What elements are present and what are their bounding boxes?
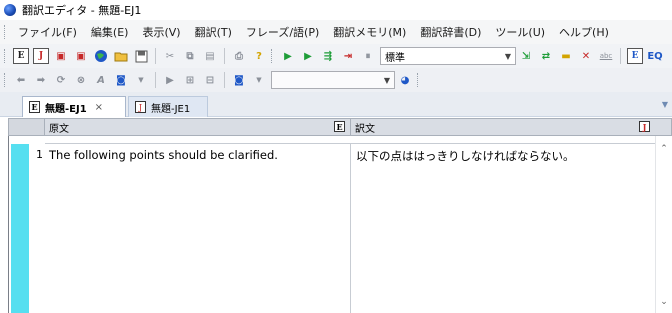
tab-label: 無題-JE1 — [151, 103, 191, 115]
dictionary-query-icon[interactable]: EQ — [647, 48, 663, 64]
dictionary-lookup-icon[interactable]: E — [627, 48, 643, 64]
paste-icon[interactable]: ▤ — [202, 48, 218, 64]
bookmark-icon[interactable]: ⊞ — [182, 72, 198, 88]
toolbar-separator — [224, 72, 225, 88]
menu-help[interactable]: ヘルプ(H) — [552, 24, 616, 40]
browser-icon[interactable]: ◙ — [231, 72, 247, 88]
toolbar-separator — [224, 48, 225, 64]
highlight-icon[interactable]: ▬ — [558, 48, 574, 64]
toolbar-separator — [620, 48, 621, 64]
row-status-marker[interactable] — [11, 144, 29, 313]
tab-untitled-je1[interactable]: J 無題-JE1 — [128, 96, 208, 117]
translate-all-icon[interactable]: ▶ — [280, 48, 296, 64]
save-icon[interactable] — [133, 48, 149, 64]
insert-word-icon[interactable]: ⇲ — [518, 48, 534, 64]
document-tab-bar: E 無題-EJ1 × J 無題-JE1 ▼ — [0, 92, 672, 117]
translation-style-value: 標準 — [385, 52, 405, 64]
globe-icon[interactable] — [93, 48, 109, 64]
app-icon — [4, 4, 16, 16]
scroll-up-icon[interactable]: ⌃ — [656, 144, 672, 154]
title-bar: 翻訳エディタ - 無題-EJ1 — [0, 0, 672, 20]
menu-bar: ファイル(F) 編集(E) 表示(V) 翻訳(T) フレーズ/語(P) 翻訳メモ… — [0, 20, 672, 44]
menubar-grip[interactable] — [4, 25, 7, 39]
translate-alternatives-icon[interactable]: ⇶ — [320, 48, 336, 64]
toolbar-separator — [155, 48, 156, 64]
help-icon[interactable]: ? — [251, 48, 267, 64]
document-e-icon: E — [29, 101, 40, 113]
menu-phrase[interactable]: フレーズ/語(P) — [239, 24, 326, 40]
translate-icon[interactable]: ▶ — [300, 48, 316, 64]
web-address-select[interactable]: ▼ — [271, 71, 395, 89]
j-to-e-dictionary-icon[interactable]: ▣ — [73, 48, 89, 64]
copy-icon[interactable]: ⧉ — [182, 48, 198, 64]
go-icon[interactable]: ◕ — [397, 72, 413, 88]
play-icon[interactable]: ▶ — [162, 72, 178, 88]
back-arrow-icon[interactable]: ⬅ — [13, 72, 29, 88]
menu-translate[interactable]: 翻訳(T) — [188, 24, 239, 40]
stop-icon[interactable]: ⊗ — [73, 72, 89, 88]
refresh-icon[interactable]: ⟳ — [53, 72, 69, 88]
menu-dictionary[interactable]: 翻訳辞書(D) — [413, 24, 488, 40]
menu-edit[interactable]: 編集(E) — [84, 24, 136, 40]
window-title: 翻訳エディタ - 無題-EJ1 — [22, 4, 142, 17]
source-text-cell[interactable]: The following points should be clarified… — [45, 144, 351, 313]
header-corner[interactable] — [9, 119, 45, 135]
view-mode-icon[interactable]: ◙ — [113, 72, 129, 88]
chevron-down-icon[interactable]: ▼ — [133, 72, 149, 88]
row-number: 1 — [36, 148, 43, 161]
chevron-down-icon[interactable]: ▼ — [380, 76, 394, 85]
toolbar-separator — [155, 72, 156, 88]
target-column-header[interactable]: 訳文 J — [351, 119, 655, 135]
source-column-header[interactable]: 原文 E — [45, 119, 351, 135]
english-language-icon: E — [334, 121, 345, 132]
menu-translation-memory[interactable]: 翻訳メモリ(M) — [326, 24, 413, 40]
source-header-label: 原文 — [49, 123, 69, 135]
chevron-down-icon[interactable]: ▼ — [501, 52, 515, 61]
clear-highlight-icon[interactable]: ✕ — [578, 48, 594, 64]
translation-style-select[interactable]: 標準 ▼ — [380, 47, 516, 65]
replace-word-icon[interactable]: ⇄ — [538, 48, 554, 64]
e-to-j-dictionary-icon[interactable]: ▣ — [53, 48, 69, 64]
target-text-cell[interactable]: 以下の点ははっきりしなければならない。 — [352, 144, 652, 313]
navigation-toolbar: ⬅ ➡ ⟳ ⊗ A ◙ ▼ ▶ ⊞ ⊟ ◙ ▼ ▼ ◕ — [0, 68, 672, 92]
vertical-scrollbar[interactable]: ⌃ ⌄ — [655, 136, 672, 313]
spellcheck-icon[interactable]: abc — [598, 48, 614, 64]
scroll-down-icon[interactable]: ⌄ — [656, 297, 672, 307]
menu-tools[interactable]: ツール(U) — [488, 24, 552, 40]
pause-icon[interactable]: ⏸ — [360, 48, 376, 64]
open-folder-icon[interactable] — [113, 48, 129, 64]
tab-label: 無題-EJ1 — [45, 103, 87, 115]
cut-icon[interactable]: ✂ — [162, 48, 178, 64]
close-icon[interactable]: × — [95, 102, 103, 113]
toolbar-grip[interactable] — [4, 49, 7, 63]
font-size-icon[interactable]: A — [93, 72, 109, 88]
print-icon[interactable]: ⎙ — [231, 48, 247, 64]
tab-untitled-ej1[interactable]: E 無題-EJ1 × — [22, 96, 126, 117]
chevron-down-icon[interactable]: ▼ — [251, 72, 267, 88]
menu-file[interactable]: ファイル(F) — [11, 24, 84, 40]
menu-view[interactable]: 表示(V) — [135, 24, 187, 40]
toolbar-grip[interactable] — [271, 49, 274, 63]
chevron-down-icon[interactable]: ▼ — [662, 100, 668, 109]
grid-header: 原文 E 訳文 J — [8, 118, 672, 136]
line-number-column: 1 — [29, 144, 45, 313]
english-dictionary-icon[interactable]: E — [13, 48, 29, 64]
toolbar-grip[interactable] — [4, 73, 7, 87]
toolbar-grip[interactable] — [417, 73, 420, 87]
translate-to-end-icon[interactable]: ⇥ — [340, 48, 356, 64]
target-header-label: 訳文 — [355, 123, 375, 135]
translation-grid: 1 The following points should be clarifi… — [8, 136, 672, 313]
forward-arrow-icon[interactable]: ➡ — [33, 72, 49, 88]
japanese-dictionary-icon[interactable]: J — [33, 48, 49, 64]
document-j-icon: J — [135, 101, 146, 113]
main-toolbar: E J ▣ ▣ ✂ ⧉ ▤ ⎙ ? ▶ ▶ ⇶ ⇥ ⏸ 標準 ▼ ⇲ ⇄ ▬ ✕… — [0, 44, 672, 68]
japanese-language-icon: J — [639, 121, 650, 132]
bookmark-list-icon[interactable]: ⊟ — [202, 72, 218, 88]
